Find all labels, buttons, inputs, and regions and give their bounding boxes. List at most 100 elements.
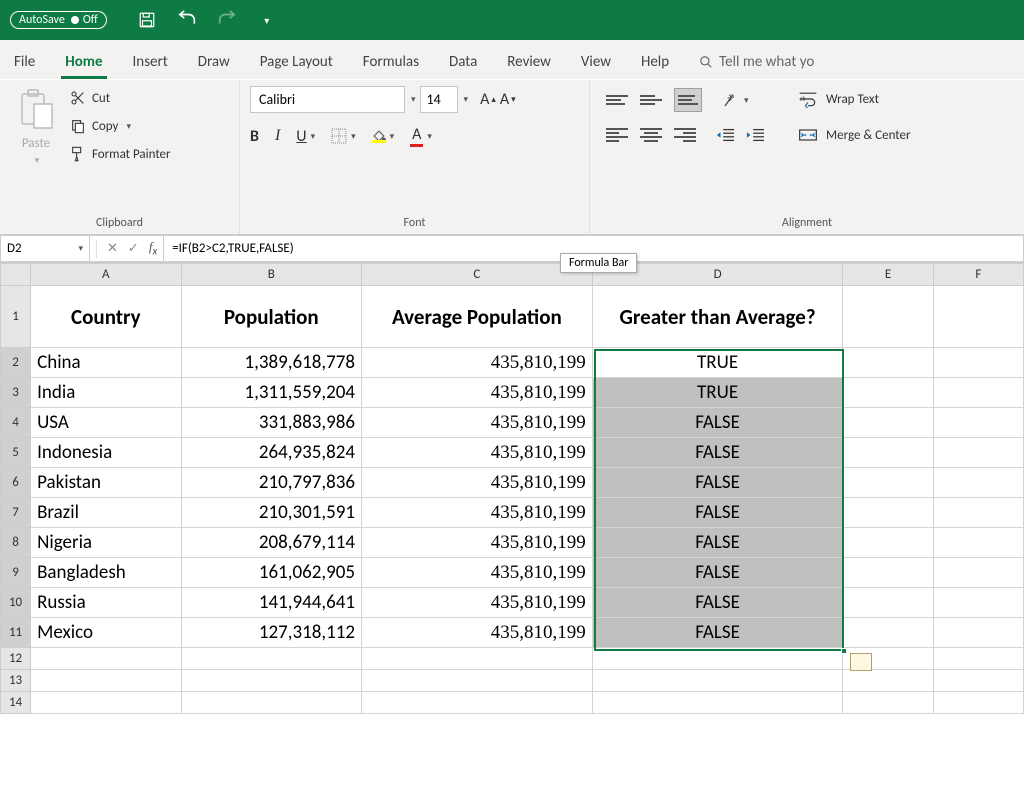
cell-B4[interactable]: 331,883,986 [181, 408, 362, 438]
col-header-B[interactable]: B [181, 264, 362, 286]
cell-B12[interactable] [181, 648, 362, 670]
cell-C1[interactable]: Average Population [362, 286, 593, 348]
row-header-3[interactable]: 3 [1, 378, 31, 408]
undo-icon[interactable] [173, 6, 201, 34]
cell-F8[interactable] [933, 528, 1023, 558]
cell-F9[interactable] [933, 558, 1023, 588]
cell-A3[interactable]: India [31, 378, 181, 408]
cell-E3[interactable] [843, 378, 933, 408]
cancel-formula-icon[interactable]: ✕ [107, 241, 118, 256]
cell-E13[interactable] [843, 670, 933, 692]
increase-indent-button[interactable] [746, 127, 764, 143]
wrap-text-button[interactable]: ab Wrap Text [798, 90, 911, 108]
cell-D8[interactable]: FALSE [592, 528, 843, 558]
borders-button[interactable]: ▾ [331, 128, 356, 144]
cell-F1[interactable] [933, 286, 1023, 348]
cell-E14[interactable] [843, 692, 933, 714]
cell-E9[interactable] [843, 558, 933, 588]
cell-B10[interactable]: 141,944,641 [181, 588, 362, 618]
name-box[interactable]: D2 ▾ [0, 235, 90, 262]
increase-font-button[interactable]: A▴ [480, 90, 496, 109]
cell-C11[interactable]: 435,810,199 [362, 618, 593, 648]
cell-E5[interactable] [843, 438, 933, 468]
tab-data[interactable]: Data [445, 45, 481, 79]
col-header-F[interactable]: F [933, 264, 1023, 286]
cell-F7[interactable] [933, 498, 1023, 528]
select-all-corner[interactable] [1, 264, 31, 286]
cell-F2[interactable] [933, 348, 1023, 378]
cell-C13[interactable] [362, 670, 593, 692]
cell-D3[interactable]: TRUE [592, 378, 843, 408]
col-header-A[interactable]: A [31, 264, 181, 286]
cell-F3[interactable] [933, 378, 1023, 408]
cell-A11[interactable]: Mexico [31, 618, 181, 648]
row-header-6[interactable]: 6 [1, 468, 31, 498]
redo-icon[interactable] [213, 6, 241, 34]
cell-D6[interactable]: FALSE [592, 468, 843, 498]
cell-E4[interactable] [843, 408, 933, 438]
font-size-select[interactable]: 14 [420, 86, 458, 113]
tell-me-search[interactable]: Tell me what yo [695, 45, 818, 79]
spreadsheet-grid[interactable]: A B C D E F 1 Country Population Average… [0, 263, 1024, 714]
cell-F11[interactable] [933, 618, 1023, 648]
chevron-down-icon[interactable]: ▾ [411, 94, 416, 105]
row-header-4[interactable]: 4 [1, 408, 31, 438]
decrease-indent-button[interactable] [716, 127, 734, 143]
cell-B11[interactable]: 127,318,112 [181, 618, 362, 648]
row-header-5[interactable]: 5 [1, 438, 31, 468]
cell-B5[interactable]: 264,935,824 [181, 438, 362, 468]
cell-F4[interactable] [933, 408, 1023, 438]
cell-C2[interactable]: 435,810,199 [362, 348, 593, 378]
cell-F12[interactable] [933, 648, 1023, 670]
cell-D10[interactable]: FALSE [592, 588, 843, 618]
cell-C10[interactable]: 435,810,199 [362, 588, 593, 618]
cell-F6[interactable] [933, 468, 1023, 498]
font-color-button[interactable]: A▾ [410, 125, 432, 147]
cell-B2[interactable]: 1,389,618,778 [181, 348, 362, 378]
cell-B7[interactable]: 210,301,591 [181, 498, 362, 528]
row-header-9[interactable]: 9 [1, 558, 31, 588]
tab-review[interactable]: Review [503, 45, 555, 79]
cell-F5[interactable] [933, 438, 1023, 468]
cell-E8[interactable] [843, 528, 933, 558]
cell-B8[interactable]: 208,679,114 [181, 528, 362, 558]
copy-button[interactable]: Copy ▾ [70, 118, 171, 134]
cell-E7[interactable] [843, 498, 933, 528]
orientation-button[interactable]: ab ▾ [722, 91, 749, 109]
row-header-7[interactable]: 7 [1, 498, 31, 528]
cell-C4[interactable]: 435,810,199 [362, 408, 593, 438]
cell-C6[interactable]: 435,810,199 [362, 468, 593, 498]
cell-C14[interactable] [362, 692, 593, 714]
cell-E6[interactable] [843, 468, 933, 498]
cell-F14[interactable] [933, 692, 1023, 714]
save-icon[interactable] [133, 6, 161, 34]
cell-D12[interactable] [592, 648, 843, 670]
fill-color-button[interactable]: ▾ [372, 130, 395, 143]
cell-D9[interactable]: FALSE [592, 558, 843, 588]
decrease-font-button[interactable]: A▾ [500, 90, 516, 109]
cell-D7[interactable]: FALSE [592, 498, 843, 528]
cell-D1[interactable]: Greater than Average? [592, 286, 843, 348]
cell-E11[interactable] [843, 618, 933, 648]
cell-B9[interactable]: 161,062,905 [181, 558, 362, 588]
paste-button[interactable]: Paste ▾ [10, 86, 62, 168]
underline-button[interactable]: U▾ [296, 127, 315, 146]
row-header-12[interactable]: 12 [1, 648, 31, 670]
align-left-button[interactable] [606, 126, 628, 144]
italic-button[interactable]: I [275, 127, 280, 145]
tab-draw[interactable]: Draw [194, 45, 234, 79]
cell-B13[interactable] [181, 670, 362, 692]
cell-A14[interactable] [31, 692, 181, 714]
format-painter-button[interactable]: Format Painter [70, 146, 171, 162]
cell-B3[interactable]: 1,311,559,204 [181, 378, 362, 408]
cell-A12[interactable] [31, 648, 181, 670]
align-middle-button[interactable] [640, 91, 662, 109]
cell-D11[interactable]: FALSE [592, 618, 843, 648]
row-header-10[interactable]: 10 [1, 588, 31, 618]
row-header-14[interactable]: 14 [1, 692, 31, 714]
tab-help[interactable]: Help [637, 45, 673, 79]
chevron-down-icon[interactable]: ▾ [464, 94, 469, 105]
tab-view[interactable]: View [577, 45, 615, 79]
cell-D4[interactable]: FALSE [592, 408, 843, 438]
fx-icon[interactable]: fx [149, 239, 157, 258]
